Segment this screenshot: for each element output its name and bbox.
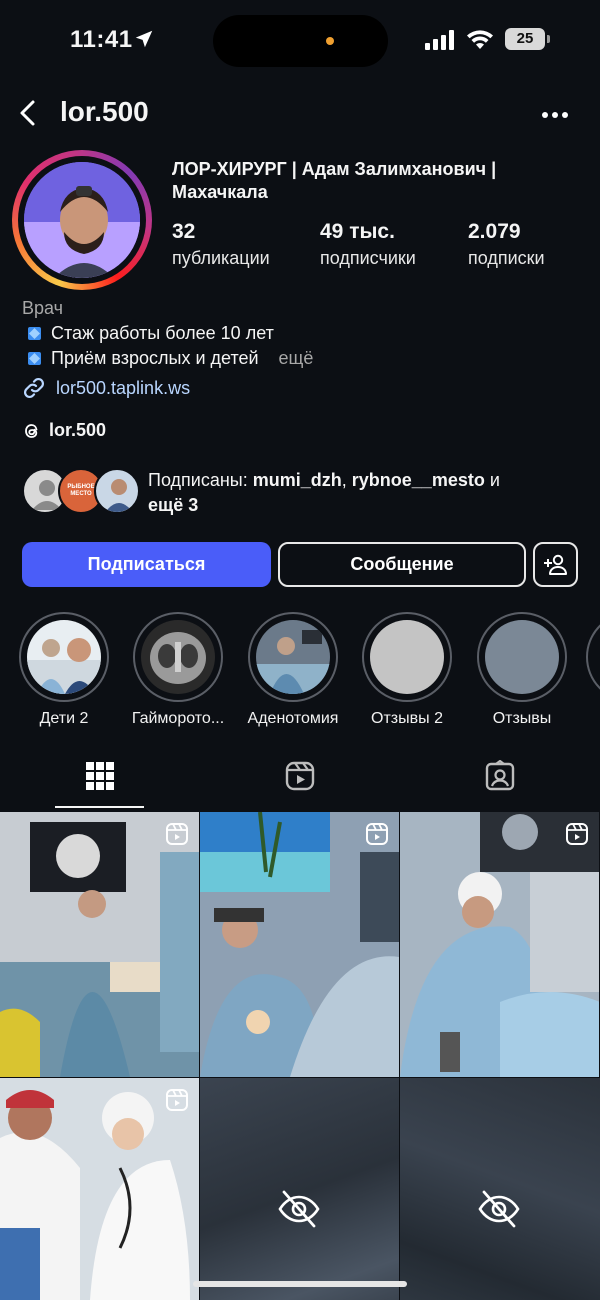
profile-category: Врач: [22, 298, 64, 318]
threads-handle: lor.500: [49, 420, 107, 440]
post-thumbnail[interactable]: [400, 812, 599, 1077]
mutual-user-2[interactable]: rybnoe__mesto: [352, 470, 485, 490]
highlight-cover: [141, 620, 215, 694]
profile-link-text: lor500.taplink.ws: [56, 377, 191, 398]
profile-avatar[interactable]: [24, 162, 140, 278]
followed-by-prefix: Подписаны:: [148, 470, 253, 490]
avatar-photo: [24, 162, 140, 278]
followed-by-separator: ,: [341, 470, 352, 490]
highlight-cover: [485, 620, 559, 694]
stat-followers-value: 49 тыс.: [320, 220, 395, 243]
story-ring[interactable]: [12, 150, 152, 290]
stat-following-value: 2.079: [468, 220, 521, 243]
threads-icon: [25, 423, 38, 438]
message-button[interactable]: Сообщение: [278, 542, 526, 587]
bio-line: Приём взрослых и детей ещё: [22, 346, 582, 371]
highlight-label: Отзывы: [492, 710, 552, 727]
blue-diamond-icon: [28, 327, 41, 340]
reels-icon[interactable]: [284, 760, 316, 792]
location-arrow-icon: [135, 30, 153, 48]
post-thumbnail[interactable]: [200, 812, 399, 1077]
add-person-icon: [544, 554, 567, 575]
highlight-label: Гайморото...: [131, 710, 225, 727]
more-options-icon[interactable]: [541, 110, 569, 120]
highlight-gaimoroto[interactable]: Гайморото...: [128, 612, 228, 728]
home-indicator[interactable]: [193, 1281, 407, 1287]
bio-more-link[interactable]: ещё: [279, 346, 314, 371]
highlight-deti-2[interactable]: Дети 2: [14, 612, 114, 728]
reel-badge-icon: [166, 823, 188, 845]
stat-posts-value: 32: [172, 220, 196, 243]
post-image: [0, 812, 199, 1077]
wifi-icon: [467, 30, 493, 49]
dynamic-island: [213, 15, 388, 67]
cellular-signal-icon: [425, 30, 454, 50]
mutual-user-1[interactable]: mumi_dzh: [253, 470, 342, 490]
mutual-avatar-text: РЫБНОЕ МЕСТО: [67, 484, 95, 497]
highlight-partial[interactable]: [586, 612, 600, 702]
bio-line-text: Приём взрослых и детей: [51, 348, 259, 368]
reel-badge-icon: [566, 823, 588, 845]
followed-by-text: Подписаны: mumi_dzh, rybnoe__mesto и ещё …: [148, 468, 568, 518]
battery-indicator: 25: [505, 28, 550, 50]
bio-line-text: Стаж работы более 10 лет: [51, 323, 274, 343]
eye-slash-icon: [278, 1190, 320, 1228]
status-bar: 11:41 25: [0, 0, 600, 80]
highlight-otzyvy-2[interactable]: Отзывы 2: [357, 612, 457, 728]
hidden-post-thumbnail[interactable]: [400, 1078, 600, 1300]
highlight-otzyvy[interactable]: Отзывы: [472, 612, 572, 728]
stat-followers-label: подписчики: [320, 248, 416, 268]
back-arrow-icon[interactable]: [16, 98, 40, 128]
mutual-avatar: [94, 468, 140, 514]
eye-slash-icon: [478, 1190, 520, 1228]
highlight-cover: [370, 620, 444, 694]
stat-following[interactable]: 2.079 подписки: [468, 220, 545, 269]
highlight-label: Аденотомия: [247, 710, 339, 727]
privacy-indicator-dot: [326, 37, 334, 45]
status-time: 11:41: [70, 26, 133, 53]
post-thumbnail[interactable]: [0, 812, 199, 1077]
link-icon: [23, 377, 45, 399]
post-thumbnail[interactable]: [0, 1078, 199, 1300]
stat-posts-label: публикации: [172, 248, 270, 268]
follow-button[interactable]: Подписаться: [22, 542, 271, 587]
grid-icon[interactable]: [84, 760, 116, 792]
reel-badge-icon: [366, 823, 388, 845]
profile-username: lor.500: [60, 96, 149, 127]
highlight-label: Дети 2: [39, 710, 89, 727]
post-image: [400, 812, 599, 1077]
stat-following-label: подписки: [468, 248, 545, 268]
bio-line: Стаж работы более 10 лет: [22, 321, 582, 346]
followed-by-and: и: [484, 470, 500, 490]
highlight-cover: [256, 620, 330, 694]
mutual-more[interactable]: ещё 3: [148, 495, 198, 515]
profile-display-name: ЛОР-ХИРУРГ | Адам Залимханович | Махачка…: [172, 159, 497, 202]
highlight-adenotomiya[interactable]: Аденотомия: [243, 612, 343, 728]
profile-bio: Врач Стаж работы более 10 лет Приём взро…: [22, 296, 582, 371]
stat-followers[interactable]: 49 тыс. подписчики: [320, 220, 416, 269]
hidden-post-thumbnail[interactable]: [200, 1078, 399, 1300]
blue-diamond-icon: [28, 352, 41, 365]
threads-badge[interactable]: lor.500: [22, 420, 106, 441]
reel-badge-icon: [166, 1089, 188, 1111]
profile-link[interactable]: lor500.taplink.ws: [22, 376, 190, 400]
tagged-icon[interactable]: [484, 760, 516, 792]
stat-posts[interactable]: 32 публикации: [172, 220, 270, 269]
highlight-label: Отзывы 2: [371, 710, 443, 727]
highlight-cover: [27, 620, 101, 694]
suggest-people-button[interactable]: [533, 542, 578, 587]
post-image: [200, 812, 399, 1077]
active-tab-indicator: [55, 806, 144, 808]
